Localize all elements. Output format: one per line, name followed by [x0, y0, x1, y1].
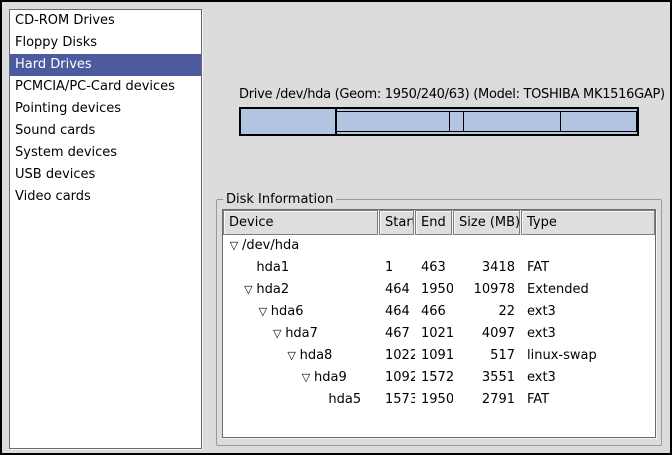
size-cell: 3418: [453, 257, 521, 279]
table-body: ▽/dev/hdahda114633418FAT▽hda246419501097…: [223, 235, 655, 411]
size-cell: 2791: [453, 389, 521, 411]
type-cell: Extended: [521, 279, 655, 301]
device-category-list: CD-ROM DrivesFloppy DisksHard DrivesPCMC…: [9, 9, 202, 449]
end-cell: 1950: [415, 279, 453, 301]
hardware-browser-window: CD-ROM DrivesFloppy DisksHard DrivesPCMC…: [0, 0, 672, 455]
type-cell: [521, 235, 655, 257]
type-cell: FAT: [521, 257, 655, 279]
table-row-dev-hda[interactable]: ▽/dev/hda: [223, 235, 655, 257]
table-row-hda9[interactable]: ▽hda9109215723551ext3: [223, 367, 655, 389]
partition-bar: [239, 107, 639, 136]
expander-open-icon[interactable]: ▽: [269, 323, 285, 345]
end-cell: 463: [415, 257, 453, 279]
device-name: hda9: [314, 370, 347, 385]
start-cell: 1: [379, 257, 415, 279]
sidebar-item-sound-cards[interactable]: Sound cards: [10, 120, 201, 142]
sidebar-item-cd-rom-drives[interactable]: CD-ROM Drives: [10, 10, 201, 32]
sidebar-item-usb-devices[interactable]: USB devices: [10, 164, 201, 186]
sidebar-item-video-cards[interactable]: Video cards: [10, 186, 201, 208]
device-name: hda5: [328, 392, 361, 407]
end-cell: 466: [415, 301, 453, 323]
device-name: /dev/hda: [242, 238, 299, 253]
table-row-hda2[interactable]: ▽hda2464195010978Extended: [223, 279, 655, 301]
column-header-start[interactable]: Start: [379, 210, 414, 235]
expander-open-icon[interactable]: ▽: [298, 367, 314, 389]
disk-information-title: Disk Information: [223, 192, 336, 207]
device-cell: hda5: [223, 389, 379, 411]
partition-divider: [335, 109, 337, 134]
device-cell: ▽/dev/hda: [223, 235, 379, 257]
column-header-size-mb[interactable]: Size (MB): [453, 210, 520, 235]
device-cell: ▽hda9: [223, 367, 379, 389]
column-header-device[interactable]: Device: [223, 210, 378, 235]
disk-information-table: DeviceStartEndSize (MB)Type ▽/dev/hdahda…: [222, 209, 656, 438]
column-header-end[interactable]: End: [415, 210, 452, 235]
size-cell: 3551: [453, 367, 521, 389]
end-cell: 1572: [415, 367, 453, 389]
type-cell: linux-swap: [521, 345, 655, 367]
extended-partition-region: [335, 111, 637, 132]
device-cell: ▽hda2: [223, 279, 379, 301]
start-cell: 464: [379, 301, 415, 323]
partition-divider: [463, 112, 464, 131]
size-cell: 10978: [453, 279, 521, 301]
expander-open-icon[interactable]: ▽: [284, 345, 300, 367]
table-header: DeviceStartEndSize (MB)Type: [223, 210, 655, 235]
size-cell: 22: [453, 301, 521, 323]
size-cell: [453, 235, 521, 257]
size-cell: 517: [453, 345, 521, 367]
device-name: hda1: [256, 260, 289, 275]
table-row-hda6[interactable]: ▽hda646446622ext3: [223, 301, 655, 323]
start-cell: [379, 235, 415, 257]
type-cell: FAT: [521, 389, 655, 411]
type-cell: ext3: [521, 301, 655, 323]
table-row-hda5[interactable]: hda5 157319502791FAT: [223, 389, 655, 411]
drive-geometry-label: Drive /dev/hda (Geom: 1950/240/63) (Mode…: [239, 87, 665, 102]
end-cell: 1091: [415, 345, 453, 367]
device-name: hda2: [256, 282, 289, 297]
device-cell: ▽hda6: [223, 301, 379, 323]
start-cell: 1022: [379, 345, 415, 367]
main-panel: Drive /dev/hda (Geom: 1950/240/63) (Mode…: [209, 2, 670, 453]
device-name: hda6: [271, 304, 304, 319]
type-cell: ext3: [521, 323, 655, 345]
size-cell: 4097: [453, 323, 521, 345]
column-header-type[interactable]: Type: [521, 210, 655, 235]
sidebar-item-hard-drives[interactable]: Hard Drives: [10, 54, 201, 76]
end-cell: [415, 235, 453, 257]
expander-open-icon[interactable]: ▽: [240, 279, 256, 301]
device-name: hda8: [300, 348, 333, 363]
end-cell: 1021: [415, 323, 453, 345]
table-row-hda1[interactable]: hda1 14633418FAT: [223, 257, 655, 279]
type-cell: ext3: [521, 367, 655, 389]
start-cell: 1573: [379, 389, 415, 411]
expander-open-icon[interactable]: ▽: [226, 235, 242, 257]
device-cell: ▽hda7: [223, 323, 379, 345]
expander-open-icon[interactable]: ▽: [255, 301, 271, 323]
start-cell: 1092: [379, 367, 415, 389]
device-cell: hda1: [223, 257, 379, 279]
table-row-hda8[interactable]: ▽hda810221091517linux-swap: [223, 345, 655, 367]
sidebar-item-pointing-devices[interactable]: Pointing devices: [10, 98, 201, 120]
end-cell: 1950: [415, 389, 453, 411]
partition-divider: [449, 112, 450, 131]
device-cell: ▽hda8: [223, 345, 379, 367]
sidebar-item-floppy-disks[interactable]: Floppy Disks: [10, 32, 201, 54]
sidebar-item-system-devices[interactable]: System devices: [10, 142, 201, 164]
start-cell: 464: [379, 279, 415, 301]
table-row-hda7[interactable]: ▽hda746710214097ext3: [223, 323, 655, 345]
sidebar-item-pcmcia-pc-card-devices[interactable]: PCMCIA/PC-Card devices: [10, 76, 201, 98]
partition-divider: [560, 112, 561, 131]
device-name: hda7: [285, 326, 318, 341]
start-cell: 467: [379, 323, 415, 345]
disk-information-groupbox: Disk Information DeviceStartEndSize (MB)…: [216, 192, 662, 446]
